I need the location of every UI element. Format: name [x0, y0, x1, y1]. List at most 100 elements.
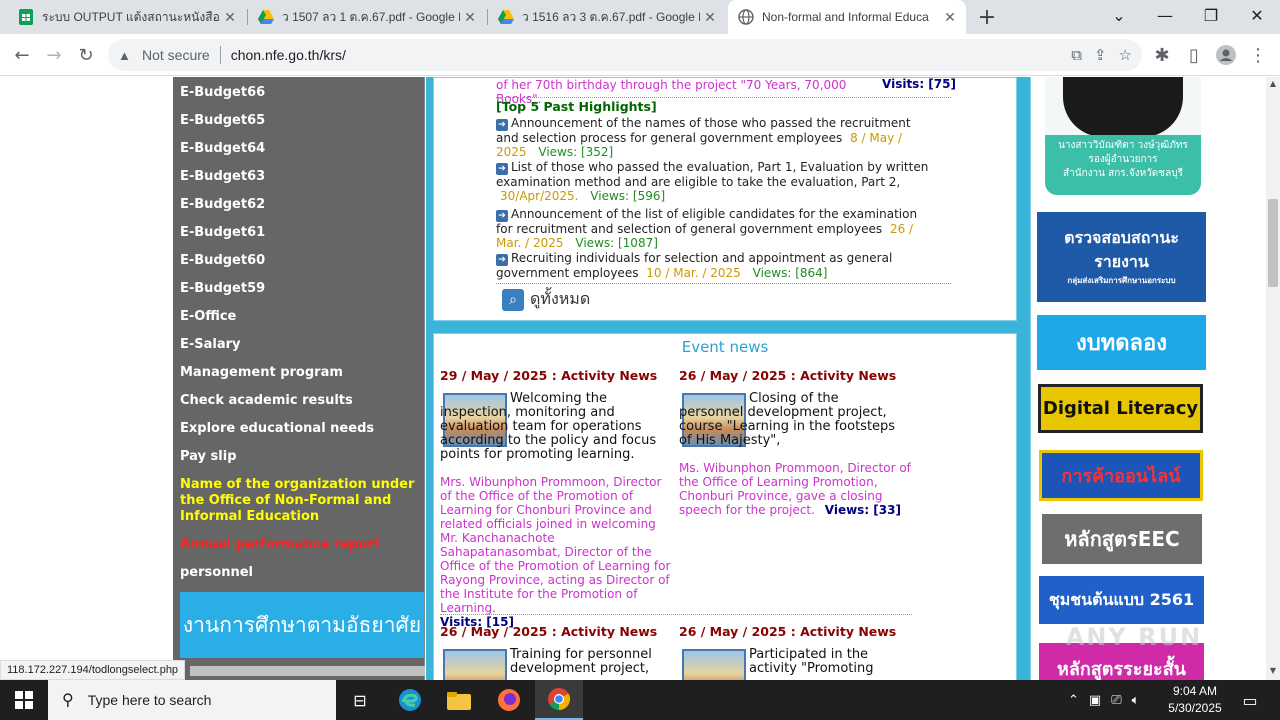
- network-icon[interactable]: ⎚: [1111, 693, 1121, 708]
- event-headline[interactable]: Closing of the personnel development pro…: [679, 392, 903, 448]
- clock-date: 5/30/2025: [1168, 701, 1222, 715]
- portrait-figure: [1063, 77, 1183, 137]
- address-bar[interactable]: ▲ Not secure chon.nfe.go.th/krs/ ⧉ ⇪ ☆: [108, 39, 1142, 71]
- highlight-item[interactable]: ➔ Recruiting individuals for selection an…: [496, 251, 936, 280]
- trial-budget-banner[interactable]: งบทดลอง: [1037, 315, 1206, 370]
- menu-kebab-icon[interactable]: ⋮: [1246, 43, 1270, 67]
- event-thumbnail[interactable]: [443, 649, 507, 680]
- extensions-icon[interactable]: ✱: [1150, 43, 1174, 67]
- firefox-icon[interactable]: [485, 680, 533, 720]
- sidebar-item-explore-needs[interactable]: Explore educational needs: [180, 421, 374, 437]
- highlight-views: Views: [352]: [538, 145, 614, 159]
- eec-course-banner[interactable]: หลักสูตรEEC: [1042, 514, 1202, 564]
- horizontal-scrollbar-thumb[interactable]: [190, 666, 425, 676]
- tab-title: ว 1516 ลว 3 ต.ค.67.pdf - Google D: [522, 9, 700, 24]
- check-status-line1: ตรวจสอบสถานะ: [1064, 228, 1179, 247]
- sidebar-item-pay-slip[interactable]: Pay slip: [180, 449, 237, 465]
- close-tab-icon[interactable]: ✕: [700, 9, 720, 26]
- url-text: chon.nfe.go.th/krs/: [230, 47, 346, 63]
- portrait-position: รองผู้อำนวยการ: [1088, 154, 1158, 165]
- close-tab-icon[interactable]: ✕: [220, 9, 240, 26]
- share-icon[interactable]: ⇪: [1094, 46, 1107, 64]
- reload-button[interactable]: ↻: [74, 43, 98, 67]
- sidebar-item-annual-report[interactable]: Annual performance report: [180, 537, 380, 553]
- highlight-top-visits: Visits: [75]: [882, 77, 956, 91]
- web-page: E-Budget66 E-Budget65 E-Budget64 E-Budge…: [0, 77, 1266, 680]
- tab-drive-1516[interactable]: ว 1516 ลว 3 ต.ค.67.pdf - Google D ✕: [488, 0, 726, 34]
- digital-literacy-banner[interactable]: Digital Literacy: [1038, 384, 1203, 433]
- check-status-line2: รายงาน: [1094, 252, 1149, 271]
- close-tab-icon[interactable]: ✕: [940, 9, 960, 26]
- forward-button[interactable]: →: [42, 43, 66, 67]
- event-headline[interactable]: Welcoming the inspection, monitoring and…: [440, 392, 662, 462]
- meet-now-icon[interactable]: ▣: [1089, 693, 1101, 708]
- view-all-label: ดูทั้งหมด: [530, 289, 591, 308]
- view-all-button[interactable]: ⌕ ดูทั้งหมด: [502, 287, 590, 312]
- edge-icon[interactable]: [386, 680, 434, 720]
- globe-icon: [738, 9, 754, 25]
- event-thumbnail[interactable]: [682, 649, 746, 680]
- sidebar-item-ebudget65[interactable]: E-Budget65: [180, 113, 265, 129]
- scroll-up-arrow-icon[interactable]: ▲: [1266, 77, 1280, 91]
- tab-search-icon[interactable]: ⌄: [1096, 4, 1142, 28]
- task-view-icon[interactable]: ⊟: [336, 680, 384, 720]
- volume-icon[interactable]: 🔈︎: [1132, 693, 1140, 708]
- profile-avatar-icon[interactable]: [1214, 43, 1238, 67]
- taskbar-search[interactable]: ⚲ Type here to search: [48, 680, 336, 720]
- event-headline[interactable]: Training for personnel development proje…: [510, 648, 660, 676]
- highlight-item[interactable]: ➔ List of those who passed the evaluation…: [496, 160, 948, 203]
- scroll-down-arrow-icon[interactable]: ▼: [1266, 664, 1280, 678]
- notifications-icon[interactable]: ▭: [1238, 680, 1262, 720]
- portrait-office: สำนักงาน สกร.จังหวัดชลบุรี: [1063, 168, 1183, 179]
- sheets-icon: [18, 9, 34, 25]
- close-window-button[interactable]: ✕: [1234, 4, 1280, 28]
- sidebar-item-ebudget59[interactable]: E-Budget59: [180, 281, 265, 297]
- sidebar-item-ebudget61[interactable]: E-Budget61: [180, 225, 265, 241]
- sidebar-item-personnel[interactable]: personnel: [180, 565, 253, 581]
- minimize-button[interactable]: —: [1142, 4, 1188, 28]
- sidebar-item-ebudget64[interactable]: E-Budget64: [180, 141, 265, 157]
- chevron-up-icon[interactable]: ⌃: [1068, 693, 1079, 708]
- highlight-text: Announcement of the list of eligible can…: [496, 207, 918, 236]
- clock[interactable]: 9:04 AM 5/30/2025: [1150, 683, 1240, 717]
- sidebar-item-management-program[interactable]: Management program: [180, 365, 343, 381]
- close-tab-icon[interactable]: ✕: [460, 9, 480, 26]
- tab-title: ระบบ OUTPUT แต้งสถานะหนังสือ/ราย: [42, 9, 220, 24]
- windows-taskbar: ⚲ Type here to search ⊟ ⌃ ▣ ⎚ 🔈︎ 9:04 AM…: [0, 680, 1280, 720]
- chrome-icon[interactable]: [535, 680, 583, 720]
- start-button[interactable]: [0, 680, 48, 720]
- past-highlights-heading: [Top 5 Past Highlights]: [496, 99, 657, 114]
- vertical-scrollbar[interactable]: [1266, 77, 1280, 680]
- check-status-banner[interactable]: ตรวจสอบสถานะ รายงาน กลุ่มส่งเสริมการศึกษ…: [1037, 212, 1206, 302]
- windows-logo-icon: [15, 691, 33, 709]
- side-panel-icon[interactable]: ▯: [1182, 43, 1206, 67]
- event-body: Ms. Wibunphon Prommoon, Director of the …: [679, 461, 911, 517]
- highlight-item[interactable]: ➔ Announcement of the names of those who …: [496, 116, 936, 159]
- scrollbar-thumb[interactable]: [1268, 199, 1278, 287]
- clock-time: 9:04 AM: [1172, 684, 1218, 698]
- sidebar-item-organization[interactable]: Name of the organization under the Offic…: [180, 477, 416, 525]
- back-button[interactable]: ←: [10, 43, 34, 67]
- translate-icon[interactable]: ⧉: [1071, 47, 1082, 64]
- file-explorer-icon[interactable]: [435, 680, 483, 720]
- sidebar-item-ebudget63[interactable]: E-Budget63: [180, 169, 265, 185]
- highlight-item[interactable]: ➔ Announcement of the list of eligible ca…: [496, 207, 936, 250]
- informal-education-banner[interactable]: งานการศึกษาตามอัธยาศัย: [180, 592, 424, 658]
- bookmark-star-icon[interactable]: ☆: [1119, 46, 1132, 64]
- sidebar-item-ebudget62[interactable]: E-Budget62: [180, 197, 265, 213]
- event-news-title: Event news: [681, 338, 769, 356]
- sidebar-item-ebudget60[interactable]: E-Budget60: [180, 253, 265, 269]
- sidebar-item-check-results[interactable]: Check academic results: [180, 393, 353, 409]
- portrait-name: นางสาววิบัณฑิตา วงษ์วุฒิภัทร: [1058, 140, 1188, 151]
- event-headline[interactable]: Participated in the activity "Promoting: [749, 648, 899, 676]
- sidebar-item-esalary[interactable]: E-Salary: [180, 337, 241, 353]
- magnifier-icon: ⌕: [502, 288, 524, 311]
- online-trade-banner[interactable]: การค้าออนไลน์: [1039, 450, 1203, 501]
- tab-drive-1507[interactable]: ว 1507 ลว 1 ต.ค.67.pdf - Google D ✕: [248, 0, 486, 34]
- tab-nfe-active[interactable]: Non-formal and Informal Educa ✕: [728, 0, 966, 34]
- tab-sheets[interactable]: ระบบ OUTPUT แต้งสถานะหนังสือ/ราย ✕: [8, 0, 246, 34]
- sidebar-item-eoffice[interactable]: E-Office: [180, 309, 236, 325]
- restore-button[interactable]: ❐: [1188, 4, 1234, 28]
- sidebar-item-ebudget66[interactable]: E-Budget66: [180, 85, 265, 101]
- new-tab-button[interactable]: +: [975, 5, 999, 30]
